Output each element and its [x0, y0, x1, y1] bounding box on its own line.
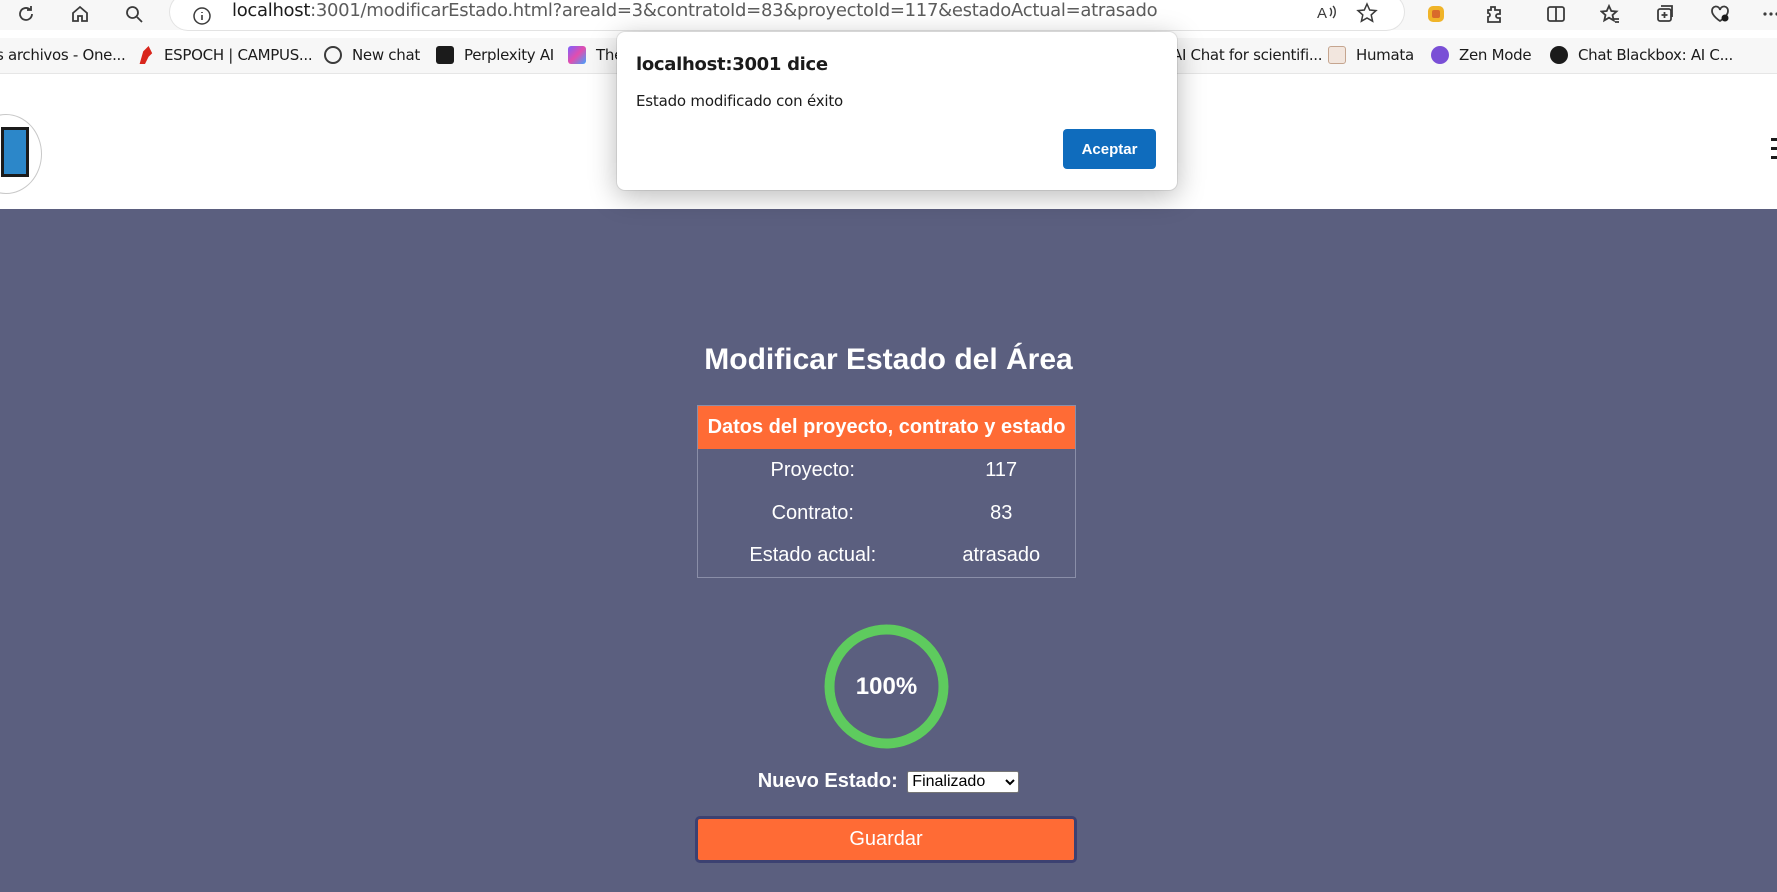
menu-icon[interactable]	[1771, 134, 1777, 164]
logo-graphic	[1, 127, 29, 177]
refresh-icon[interactable]	[12, 1, 40, 27]
bookmark-blackbox[interactable]: Chat Blackbox: AI C...	[1550, 46, 1733, 64]
row-label: Contrato:	[771, 501, 854, 524]
search-icon[interactable]	[120, 1, 148, 27]
site-logo[interactable]	[0, 114, 42, 194]
row-value: 117	[985, 458, 1018, 481]
split-screen-icon[interactable]	[1542, 1, 1570, 27]
bookmark-zen-mode[interactable]: Zen Mode	[1431, 46, 1532, 64]
save-button[interactable]: Guardar	[695, 816, 1077, 863]
new-state-select[interactable]: Finalizado	[907, 770, 1020, 793]
favorites-icon[interactable]	[1596, 1, 1624, 27]
row-value: atrasado	[962, 544, 1041, 567]
main-content: Modificar Estado del Área Datos del proy…	[0, 209, 1777, 892]
bookmark-espoch[interactable]: ESPOCH | CAMPUS...	[136, 46, 313, 64]
openai-icon	[324, 46, 342, 64]
dialog-message: Estado modificado con éxito	[636, 92, 844, 110]
row-value: 83	[990, 501, 1013, 524]
project-data-table: Datos del proyecto, contrato y estado Pr…	[697, 405, 1076, 578]
bookmark-humata[interactable]: Humata	[1328, 46, 1414, 64]
favorite-star-icon[interactable]	[1356, 2, 1378, 24]
extensions-icon[interactable]	[1480, 1, 1508, 27]
browser-essentials-icon[interactable]	[1706, 1, 1734, 27]
new-state-row: Nuevo Estado: Finalizado	[0, 770, 1777, 793]
read-aloud-icon[interactable]: A	[1316, 2, 1338, 24]
extension-coupon-icon[interactable]	[1422, 1, 1450, 27]
table-row: Proyecto: 117	[698, 449, 1076, 492]
accept-button[interactable]: Aceptar	[1063, 129, 1156, 169]
row-label: Proyecto:	[770, 458, 855, 481]
table-header: Datos del proyecto, contrato y estado	[697, 405, 1076, 449]
svg-text:A: A	[1317, 5, 1327, 22]
zen-icon	[1431, 46, 1449, 64]
perplexity-icon	[436, 46, 454, 64]
new-state-label: Nuevo Estado:	[757, 770, 898, 792]
humata-icon	[1328, 46, 1346, 64]
app-icon	[568, 46, 586, 64]
bookmark-the[interactable]: The	[568, 46, 623, 64]
bookmark-onedrive[interactable]: s archivos - One...	[0, 46, 126, 64]
home-icon[interactable]	[66, 1, 94, 27]
url-text[interactable]: localhost:3001/modificarEstado.html?area…	[232, 0, 1158, 21]
blackbox-icon	[1550, 46, 1568, 64]
alert-dialog: localhost:3001 dice Estado modificado co…	[617, 32, 1177, 190]
bookmark-scite[interactable]: AI Chat for scientifi...	[1172, 46, 1323, 64]
site-info-icon[interactable]	[192, 6, 212, 26]
browser-toolbar: localhost:3001/modificarEstado.html?area…	[0, 0, 1777, 30]
progress-label: 100%	[855, 673, 918, 700]
more-options-icon[interactable]	[1757, 1, 1777, 27]
dialog-title: localhost:3001 dice	[636, 54, 828, 75]
espoch-icon	[139, 46, 153, 64]
row-label: Estado actual:	[749, 544, 877, 567]
table-row: Estado actual: atrasado	[698, 535, 1076, 578]
bookmark-perplexity[interactable]: Perplexity AI	[436, 46, 554, 64]
page-title: Modificar Estado del Área	[704, 343, 1073, 376]
address-bar[interactable]: localhost:3001/modificarEstado.html?area…	[170, 0, 1404, 30]
collections-icon[interactable]	[1651, 1, 1679, 27]
table-row: Contrato: 83	[698, 492, 1076, 535]
bookmark-new-chat[interactable]: New chat	[324, 46, 420, 64]
